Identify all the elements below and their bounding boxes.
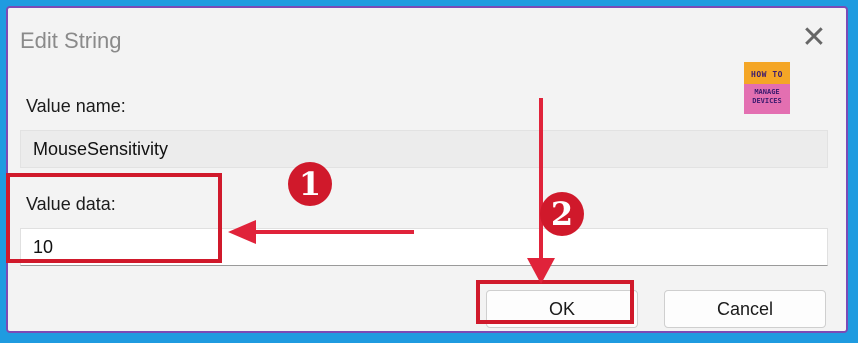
arrow-to-ok-button xyxy=(527,98,555,284)
step-2-badge: 2 xyxy=(540,192,584,236)
annotation-arrows xyxy=(228,98,555,284)
arrow-to-value-data xyxy=(228,220,414,244)
step-1-badge: 1 xyxy=(288,162,332,206)
